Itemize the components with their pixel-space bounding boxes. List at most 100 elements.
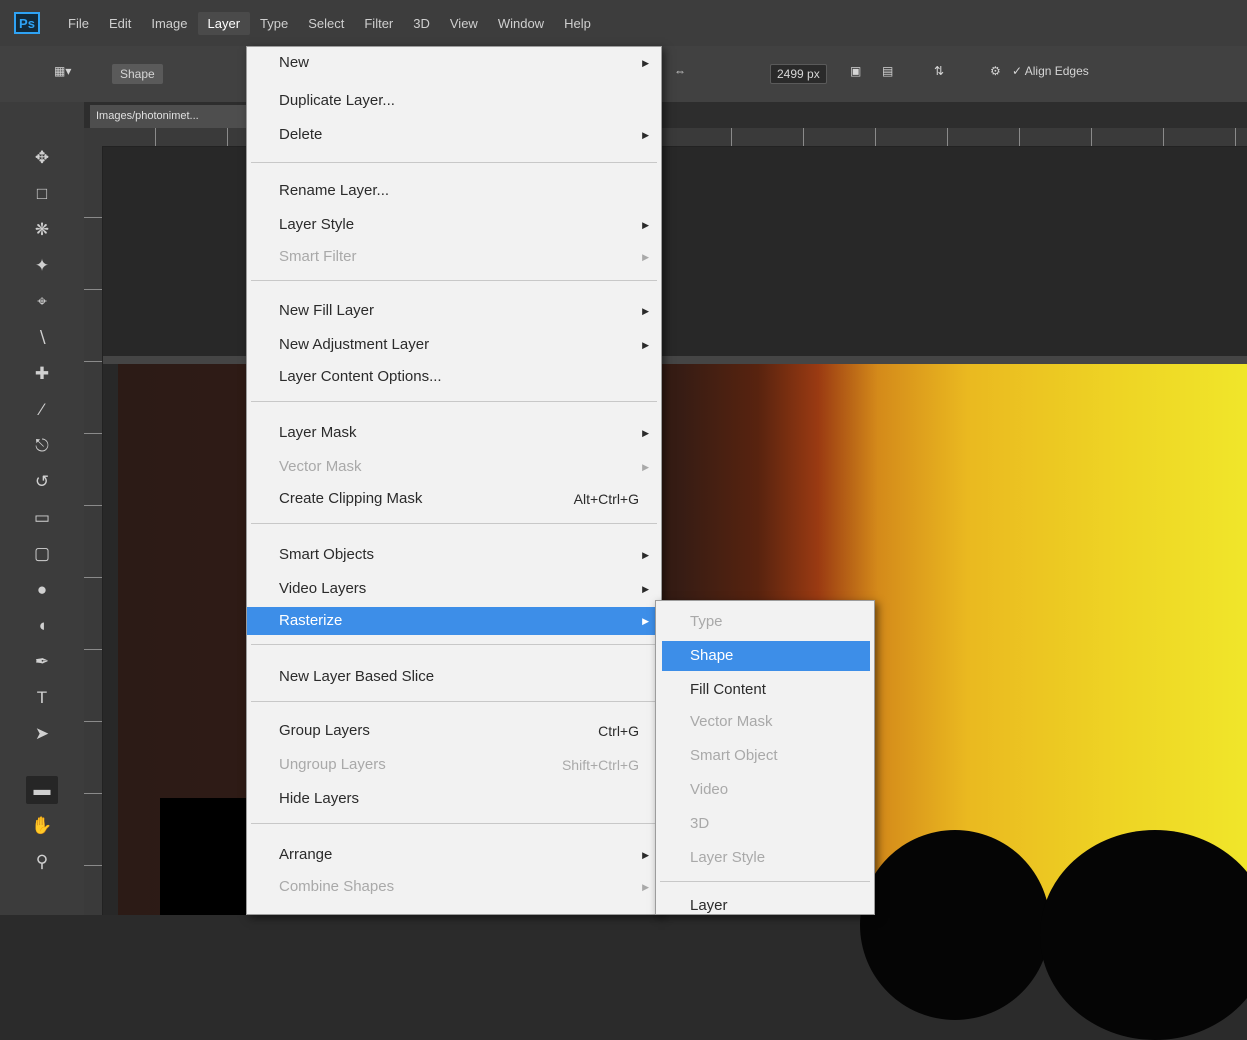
menu-layer[interactable]: Layer (197, 11, 251, 35)
tools-panel: ✥ □ ❋ ✦ ⌖ ∖ ✚ ⁄ ⎋ ↺ ▭ ▢ ● ◖ ✒ T ➤ ▬ ✋ ⚲ (0, 102, 85, 915)
gear-icon[interactable]: ⚙ (990, 64, 1001, 78)
align-edges-checkbox[interactable]: ✓ Align Edges (1012, 64, 1089, 78)
shape-mode-select[interactable]: Shape (112, 64, 163, 84)
align-edges-label: Align Edges (1024, 64, 1089, 78)
submenu-item-smart-object[interactable]: Smart Object (656, 741, 874, 771)
submenu-arrow-icon: ▶ (642, 130, 649, 140)
menu-view[interactable]: View (440, 12, 488, 35)
healing-brush-tool-icon[interactable]: ✚ (26, 360, 58, 388)
menu-item-label: Rename Layer... (279, 182, 390, 199)
menu-separator (660, 881, 870, 882)
rectangle-tool-icon[interactable]: ▬ (26, 776, 58, 804)
submenu-arrow-icon: ▶ (642, 850, 649, 860)
submenu-arrow-icon: ▶ (642, 252, 649, 262)
brush-tool-icon[interactable]: ⁄ (26, 396, 58, 424)
blur-tool-icon[interactable]: ● (26, 576, 58, 604)
menu-select[interactable]: Select (298, 12, 354, 35)
menu-item-new-adjustment-layer[interactable]: New Adjustment Layer ▶ (247, 331, 661, 359)
lasso-tool-icon[interactable]: ❋ (26, 216, 58, 244)
path-alignment-icon[interactable]: ▤ (882, 64, 893, 78)
submenu-arrow-icon: ▶ (642, 584, 649, 594)
history-brush-tool-icon[interactable]: ↺ (26, 468, 58, 496)
menu-item-label: Delete (279, 126, 323, 143)
type-tool-icon[interactable]: T (26, 684, 58, 712)
menu-item-layer-mask[interactable]: Layer Mask ▶ (247, 419, 661, 447)
pen-tool-icon[interactable]: ✒ (26, 648, 58, 676)
menu-item-label: New Adjustment Layer (279, 336, 430, 353)
menu-item-label: Arrange (279, 846, 333, 863)
menu-edit[interactable]: Edit (99, 12, 141, 35)
menu-item-label: New Layer Based Slice (279, 668, 435, 685)
menu-item-label: Layer Mask (279, 424, 357, 441)
menu-separator (251, 162, 657, 163)
menu-window[interactable]: Window (488, 12, 554, 35)
move-tool-icon[interactable]: ✥ (26, 144, 58, 172)
menu-item-duplicate-layer[interactable]: Duplicate Layer... (247, 87, 661, 115)
eraser-tool-icon[interactable]: ▭ (26, 504, 58, 532)
menu-item-shortcut: Shift+Ctrl+G (561, 757, 639, 773)
menu-item-new-layer-based-slice[interactable]: New Layer Based Slice (247, 663, 661, 691)
path-arrangement-icon[interactable]: ⇅ (934, 64, 944, 78)
path-operations-icon[interactable]: ▣ (850, 64, 861, 78)
clone-stamp-tool-icon[interactable]: ⎋ (26, 432, 58, 460)
menu-item-new[interactable]: New ▶ (247, 49, 661, 77)
tool-preset-icon[interactable]: ▦▾ (54, 64, 71, 78)
submenu-item-shape[interactable]: Shape (662, 641, 870, 671)
submenu-item-type[interactable]: Type (656, 607, 874, 637)
submenu-arrow-icon: ▶ (642, 616, 649, 626)
submenu-item-video[interactable]: Video (656, 775, 874, 805)
menu-item-label: Vector Mask (279, 458, 362, 475)
menu-separator (251, 401, 657, 402)
menu-item-vector-mask[interactable]: Vector Mask ▶ (247, 453, 661, 481)
submenu-arrow-icon: ▶ (642, 428, 649, 438)
menu-item-rename-layer[interactable]: Rename Layer... (247, 177, 661, 205)
menu-item-new-fill-layer[interactable]: New Fill Layer ▶ (247, 297, 661, 325)
submenu-item-layer[interactable]: Layer (656, 891, 874, 921)
zoom-tool-icon[interactable]: ⚲ (26, 848, 58, 876)
menu-item-ungroup-layers[interactable]: Ungroup Layers Shift+Ctrl+G (247, 751, 661, 779)
quick-selection-tool-icon[interactable]: ✦ (26, 252, 58, 280)
eyedropper-tool-icon[interactable]: ∖ (26, 324, 58, 352)
menu-separator (251, 523, 657, 524)
menu-item-rasterize[interactable]: Rasterize ▶ (247, 607, 661, 635)
menu-3d[interactable]: 3D (403, 12, 440, 35)
menu-separator (251, 823, 657, 824)
width-field[interactable]: 2499 px (770, 64, 827, 84)
menu-item-hide-layers[interactable]: Hide Layers (247, 785, 661, 813)
menu-item-delete[interactable]: Delete ▶ (247, 121, 661, 149)
crop-tool-icon[interactable]: ⌖ (26, 288, 58, 316)
menu-item-label: New Fill Layer (279, 302, 375, 319)
link-dimensions-icon[interactable]: ⇔ (674, 64, 686, 78)
document-tab[interactable]: Images/photonimet... (90, 105, 246, 128)
dodge-tool-icon[interactable]: ◖ (26, 612, 58, 640)
submenu-arrow-icon: ▶ (642, 306, 649, 316)
hand-tool-icon[interactable]: ✋ (26, 812, 58, 840)
menu-item-combine-shapes[interactable]: Combine Shapes ▶ (247, 873, 661, 901)
menu-image[interactable]: Image (141, 12, 197, 35)
path-selection-tool-icon[interactable]: ➤ (26, 720, 58, 748)
submenu-item-3d[interactable]: 3D (656, 809, 874, 839)
gradient-tool-icon[interactable]: ▢ (26, 540, 58, 568)
submenu-item-fill-content[interactable]: Fill Content (656, 675, 874, 705)
menu-item-arrange[interactable]: Arrange ▶ (247, 841, 661, 869)
marquee-tool-icon[interactable]: □ (26, 180, 58, 208)
menu-item-layer-content-options[interactable]: Layer Content Options... (247, 363, 661, 391)
menu-item-smart-filter[interactable]: Smart Filter ▶ (247, 243, 661, 271)
menu-item-label: Combine Shapes (279, 878, 395, 895)
menu-item-layer-style[interactable]: Layer Style ▶ (247, 211, 661, 239)
menu-item-label: Hide Layers (279, 790, 360, 807)
submenu-item-vector-mask[interactable]: Vector Mask (656, 707, 874, 737)
menu-item-shortcut: Ctrl+G (598, 723, 639, 739)
menu-item-group-layers[interactable]: Group Layers Ctrl+G (247, 717, 661, 745)
menu-filter[interactable]: Filter (354, 12, 403, 35)
menu-item-video-layers[interactable]: Video Layers ▶ (247, 575, 661, 603)
menu-file[interactable]: File (58, 12, 99, 35)
menu-item-create-clipping-mask[interactable]: Create Clipping Mask Alt+Ctrl+G (247, 485, 661, 513)
submenu-item-layer-style[interactable]: Layer Style (656, 843, 874, 873)
menu-type[interactable]: Type (250, 12, 298, 35)
submenu-arrow-icon: ▶ (642, 550, 649, 560)
layer-menu-dropdown: New ▶ Duplicate Layer... Delete ▶ Rename… (246, 46, 662, 915)
menu-help[interactable]: Help (554, 12, 601, 35)
menu-item-smart-objects[interactable]: Smart Objects ▶ (247, 541, 661, 569)
menu-bar: Ps File Edit Image Layer Type Select Fil… (0, 0, 1247, 46)
